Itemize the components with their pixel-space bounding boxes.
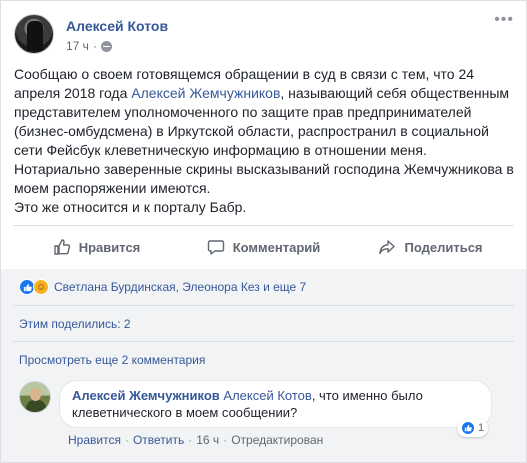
comment-mention[interactable]: Алексей Котов (223, 388, 311, 403)
like-reaction-icon (461, 421, 475, 435)
dot-separator: · (124, 433, 129, 447)
comment-reaction-count: 1 (478, 422, 485, 434)
comment-author[interactable]: Алексей Жемчужников (72, 388, 220, 403)
like-button[interactable]: Нравится (13, 231, 180, 263)
shares-count[interactable]: Этим поделились: 2 (19, 317, 131, 331)
mention-link[interactable]: Алексей Жемчужников (131, 85, 280, 101)
divider (13, 225, 514, 226)
share-button[interactable]: Поделиться (347, 231, 514, 263)
post-paragraph: Сообщаю о своем готовящемся обращении в … (14, 65, 516, 198)
haha-reaction-icon: ☺ (33, 279, 49, 295)
like-label: Нравится (78, 239, 141, 255)
share-label: Поделиться (404, 239, 483, 255)
post-card: Алексей Котов 17 ч · ••• Сообщаю о своем… (0, 0, 527, 463)
comment-bubble: Алексей Жемчужников Алексей Котов, что и… (59, 380, 492, 428)
dot-separator: · (223, 433, 228, 447)
post-text: Сообщаю о своем готовящемся обращении в … (14, 65, 516, 217)
thumbs-up-icon (54, 239, 70, 255)
more-options-icon[interactable]: ••• (494, 12, 514, 28)
globe-icon (100, 40, 112, 52)
comment-reaction-badge[interactable]: 1 (457, 419, 489, 437)
dot-separator: · (92, 39, 97, 53)
comment-label: Комментарий (232, 239, 321, 255)
dot-separator: · (188, 433, 193, 447)
comment-button[interactable]: Комментарий (180, 231, 347, 263)
comment-actions: Нравится · Ответить · 16 ч · Отредактирован (68, 433, 323, 447)
view-more-comments-link[interactable]: Просмотреть еще 2 комментария (19, 353, 205, 367)
post-actions: Нравится Комментарий Поделиться (13, 231, 514, 263)
divider (13, 341, 514, 342)
comment-like-link[interactable]: Нравится (68, 433, 121, 447)
post-text-part2: , называющий себя общественным представи… (14, 85, 514, 196)
post-author[interactable]: Алексей Котов (66, 18, 168, 34)
post-paragraph-2: Это же относится и к порталу Бабр. (14, 199, 247, 215)
comment-time[interactable]: 16 ч (196, 433, 219, 447)
comment-icon (207, 240, 224, 255)
commenter-avatar[interactable] (19, 381, 51, 413)
post-meta: 17 ч · (66, 39, 112, 53)
reactions-names[interactable]: Светлана Бурдинская, Элеонора Кез и еще … (54, 280, 306, 294)
author-avatar[interactable] (14, 14, 54, 54)
divider (13, 305, 514, 306)
reactions-summary[interactable]: ☺ Светлана Бурдинская, Элеонора Кез и ещ… (19, 279, 306, 295)
comment-edited[interactable]: Отредактирован (231, 433, 323, 447)
share-icon (379, 240, 396, 255)
comment-reply-link[interactable]: Ответить (133, 433, 184, 447)
post-time[interactable]: 17 ч (66, 39, 89, 53)
